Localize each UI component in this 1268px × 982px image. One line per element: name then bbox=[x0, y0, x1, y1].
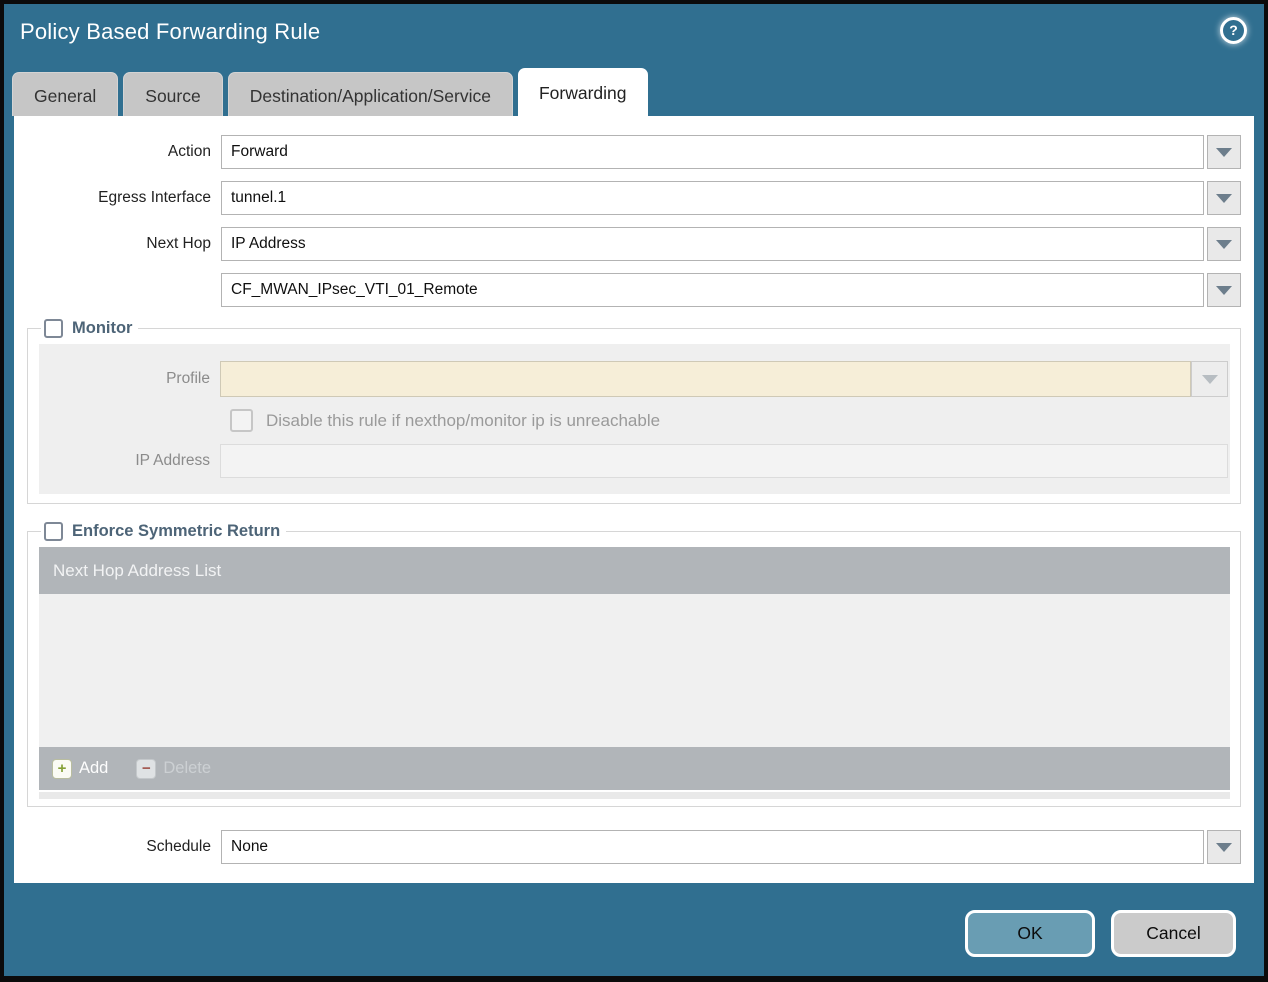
chevron-down-icon bbox=[1201, 374, 1218, 384]
tab-destination-application-service[interactable]: Destination/Application/Service bbox=[227, 72, 513, 116]
title-bar: Policy Based Forwarding Rule ? bbox=[4, 4, 1264, 68]
next-hop-label: Next Hop bbox=[146, 235, 211, 252]
monitor-profile-select bbox=[220, 361, 1191, 397]
enforce-symmetric-return-legend-label: Enforce Symmetric Return bbox=[72, 522, 281, 540]
action-select[interactable] bbox=[221, 135, 1204, 169]
next-hop-type-dropdown-button[interactable] bbox=[1207, 227, 1241, 261]
disable-rule-checkbox bbox=[230, 409, 253, 432]
dialog-title: Policy Based Forwarding Rule bbox=[20, 19, 321, 44]
schedule-select[interactable] bbox=[221, 830, 1204, 864]
plus-icon: + bbox=[52, 758, 72, 779]
chevron-down-icon bbox=[1216, 285, 1232, 295]
cancel-button[interactable]: Cancel bbox=[1111, 910, 1236, 957]
next-hop-address-list-toolbar: + Add − Delete bbox=[39, 747, 1230, 790]
next-hop-address-list-body[interactable] bbox=[39, 594, 1230, 747]
action-row: Action bbox=[27, 135, 1241, 169]
disable-rule-label: Disable this rule if nexthop/monitor ip … bbox=[266, 410, 661, 430]
minus-icon: − bbox=[136, 758, 157, 779]
monitor-disable-rule-row: Disable this rule if nexthop/monitor ip … bbox=[230, 409, 1228, 432]
enforce-symmetric-return-legend: Enforce Symmetric Return bbox=[41, 522, 286, 541]
monitor-ip-address-input bbox=[220, 444, 1228, 478]
enforce-symmetric-return-section: Enforce Symmetric Return Next Hop Addres… bbox=[27, 522, 1241, 807]
schedule-row: Schedule bbox=[27, 830, 1241, 864]
forwarding-tab-panel: Action Egress Interface Next Hop bbox=[14, 116, 1254, 883]
tab-source[interactable]: Source bbox=[123, 72, 223, 116]
monitor-profile-dropdown-button bbox=[1191, 361, 1228, 397]
monitor-checkbox[interactable] bbox=[44, 319, 63, 338]
monitor-section: Monitor Profile Disable this rule if nex… bbox=[27, 319, 1241, 504]
chevron-down-icon bbox=[1216, 842, 1232, 852]
next-hop-address-select[interactable] bbox=[221, 273, 1204, 307]
monitor-ip-address-label: IP Address bbox=[135, 452, 210, 469]
delete-button: − Delete bbox=[136, 758, 212, 779]
add-button-label: Add bbox=[79, 759, 109, 777]
schedule-label: Schedule bbox=[146, 838, 211, 855]
egress-interface-dropdown-button[interactable] bbox=[1207, 181, 1241, 215]
next-hop-row: Next Hop bbox=[27, 227, 1241, 261]
policy-based-forwarding-dialog: Policy Based Forwarding Rule ? General S… bbox=[0, 0, 1268, 982]
tab-forwarding[interactable]: Forwarding bbox=[517, 68, 648, 116]
action-label: Action bbox=[167, 143, 211, 160]
chevron-down-icon bbox=[1216, 147, 1232, 157]
monitor-profile-row: Profile bbox=[39, 361, 1228, 397]
next-hop-address-dropdown-button[interactable] bbox=[1207, 273, 1241, 307]
egress-interface-select[interactable] bbox=[221, 181, 1204, 215]
list-bottom-strip bbox=[39, 792, 1230, 799]
monitor-panel: Profile Disable this rule if nexthop/mon… bbox=[39, 344, 1230, 494]
monitor-ip-address-row: IP Address bbox=[39, 444, 1228, 478]
next-hop-address-list-header: Next Hop Address List bbox=[39, 547, 1230, 594]
ok-button[interactable]: OK bbox=[965, 910, 1095, 957]
egress-interface-label: Egress Interface bbox=[98, 189, 211, 206]
tab-bar: General Source Destination/Application/S… bbox=[4, 68, 1264, 116]
monitor-legend: Monitor bbox=[41, 319, 138, 338]
tab-general[interactable]: General bbox=[12, 72, 119, 116]
dialog-footer: OK Cancel bbox=[4, 883, 1264, 976]
help-icon[interactable]: ? bbox=[1220, 17, 1247, 44]
action-dropdown-button[interactable] bbox=[1207, 135, 1241, 169]
schedule-dropdown-button[interactable] bbox=[1207, 830, 1241, 864]
add-button[interactable]: + Add bbox=[52, 758, 109, 779]
monitor-profile-label: Profile bbox=[166, 370, 210, 387]
chevron-down-icon bbox=[1216, 239, 1232, 249]
footer-button-row: OK Cancel bbox=[965, 910, 1236, 957]
egress-interface-row: Egress Interface bbox=[27, 181, 1241, 215]
next-hop-address-row bbox=[27, 273, 1241, 307]
delete-button-label: Delete bbox=[163, 759, 212, 777]
enforce-symmetric-return-checkbox[interactable] bbox=[44, 522, 63, 541]
monitor-legend-label: Monitor bbox=[72, 319, 133, 337]
chevron-down-icon bbox=[1216, 193, 1232, 203]
next-hop-type-select[interactable] bbox=[221, 227, 1204, 261]
